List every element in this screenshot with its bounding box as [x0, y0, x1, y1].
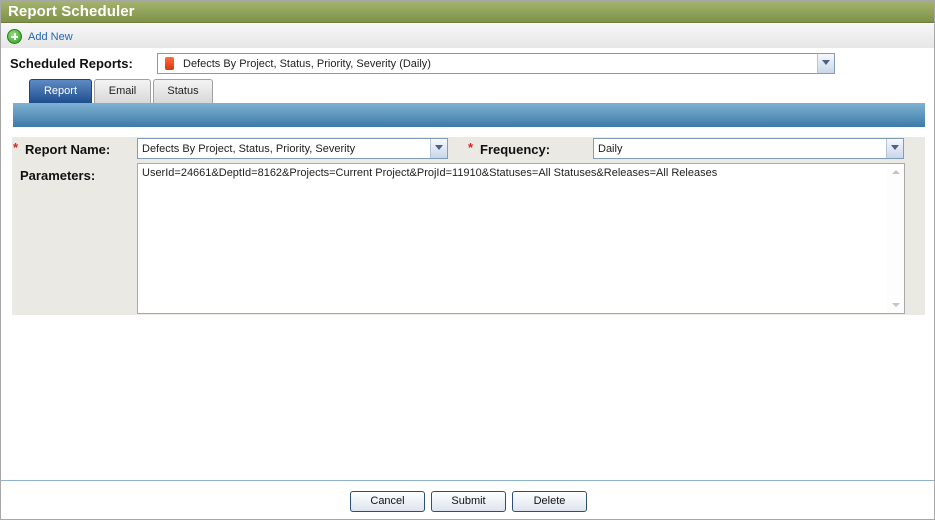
parameters-scrollbar[interactable] — [887, 164, 904, 313]
report-form: * Report Name: Defects By Project, Statu… — [12, 137, 925, 315]
add-new-link[interactable]: Add New — [28, 31, 73, 43]
report-icon — [165, 57, 174, 70]
report-name-label: Report Name: — [25, 142, 111, 157]
report-name-select[interactable]: Defects By Project, Status, Priority, Se… — [137, 138, 448, 159]
submit-button[interactable]: Submit — [431, 491, 506, 512]
required-marker: * — [13, 140, 19, 155]
scheduled-reports-label: Scheduled Reports: — [10, 56, 133, 71]
cancel-button[interactable]: Cancel — [350, 491, 425, 512]
title-bar: Report Scheduler — [1, 1, 934, 23]
scroll-up-icon[interactable] — [892, 170, 900, 174]
footer-divider — [1, 480, 934, 481]
delete-button[interactable]: Delete — [512, 491, 587, 512]
page-title: Report Scheduler — [8, 3, 135, 20]
toolbar: Add New — [1, 24, 934, 48]
parameters-label: Parameters: — [20, 168, 96, 183]
tab-header-bar — [13, 103, 925, 127]
report-scheduler-window: Report Scheduler Add New Scheduled Repor… — [0, 0, 935, 520]
scheduled-reports-select[interactable]: Defects By Project, Status, Priority, Se… — [157, 53, 835, 74]
scroll-down-icon[interactable] — [892, 303, 900, 307]
parameters-value: UserId=24661&DeptId=8162&Projects=Curren… — [142, 167, 718, 179]
chevron-down-icon[interactable] — [886, 139, 903, 158]
tab-email[interactable]: Email — [94, 79, 151, 103]
parameters-textarea[interactable]: UserId=24661&DeptId=8162&Projects=Curren… — [137, 163, 905, 314]
tab-status[interactable]: Status — [153, 79, 213, 103]
frequency-label: Frequency: — [480, 142, 551, 157]
required-marker: * — [468, 140, 474, 155]
form-row: * Report Name: Defects By Project, Statu… — [12, 137, 925, 162]
frequency-value: Daily — [598, 143, 623, 155]
tab-report[interactable]: Report — [29, 79, 92, 103]
scheduled-reports-value: Defects By Project, Status, Priority, Se… — [183, 58, 431, 70]
add-circle-icon[interactable] — [7, 29, 22, 44]
frequency-select[interactable]: Daily — [593, 138, 904, 159]
chevron-down-icon[interactable] — [430, 139, 447, 158]
report-name-value: Defects By Project, Status, Priority, Se… — [142, 143, 356, 155]
chevron-down-icon[interactable] — [817, 54, 834, 73]
